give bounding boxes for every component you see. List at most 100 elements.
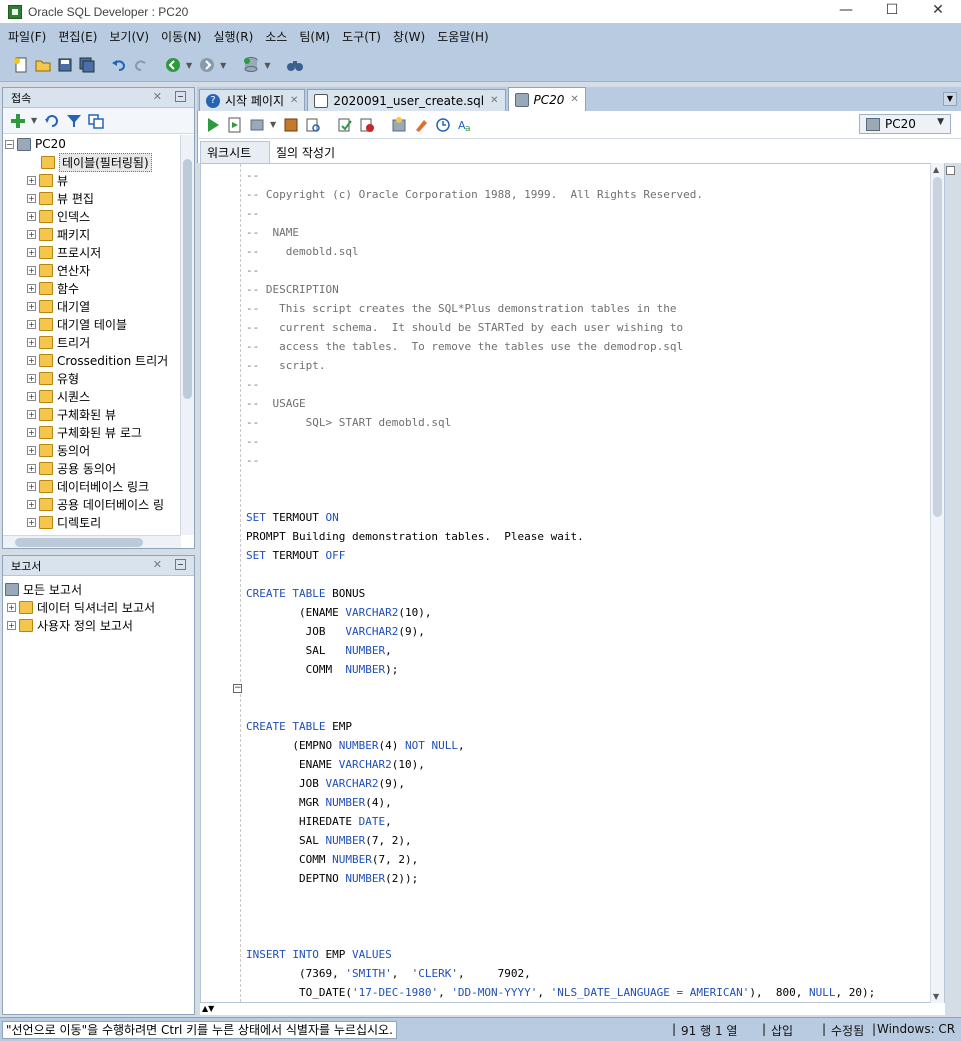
menu-window[interactable]: 창(W) (387, 28, 431, 45)
menu-source[interactable]: 소스 (259, 28, 293, 45)
tree-node-item[interactable]: + Crossedition 트리거 (3, 351, 181, 369)
connections-panel-minimize-icon[interactable] (175, 91, 186, 102)
code-line[interactable]: -- (246, 375, 875, 394)
expand-icon[interactable]: + (27, 355, 36, 365)
menu-run[interactable]: 실행(R) (207, 28, 259, 45)
reports-panel-close-icon[interactable]: ✕ (153, 558, 162, 571)
add-connection-icon[interactable] (9, 112, 27, 130)
code-line[interactable]: ENAME VARCHAR2(10), (246, 755, 875, 774)
expand-icon[interactable]: + (27, 265, 36, 275)
expand-icon[interactable]: + (27, 463, 36, 473)
expand-icon[interactable]: + (27, 193, 36, 203)
run-statement-icon[interactable] (204, 116, 222, 134)
code-line[interactable] (246, 698, 875, 717)
tab-query-builder[interactable]: 질의 작성기 (270, 141, 341, 163)
tab-list-dropdown-icon[interactable]: ▼ (943, 92, 957, 106)
sql-editor[interactable]: − -- -- Copyright (c) Oracle Corporation … (200, 163, 945, 1003)
code-line[interactable]: COMM NUMBER(7, 2), (246, 850, 875, 869)
code-line[interactable]: -- (246, 261, 875, 280)
forward-icon[interactable] (198, 56, 216, 74)
collapse-icon[interactable]: − (5, 139, 14, 149)
tree-node-item[interactable]: + 디렉토리 (3, 513, 181, 531)
tree-node-item[interactable]: + 공용 데이터베이스 링 (3, 495, 181, 513)
editor-split-arrows-icon[interactable]: ▲▼ (200, 1003, 945, 1015)
tree-node-item[interactable]: + 프로시저 (3, 243, 181, 261)
code-line[interactable]: SAL NUMBER, (246, 641, 875, 660)
code-line[interactable]: SET TERMOUT ON (246, 508, 875, 527)
menu-edit[interactable]: 편집(E) (52, 28, 103, 45)
to-upper-lower-icon[interactable]: Aa (456, 116, 474, 134)
menu-tools[interactable]: 도구(T) (336, 28, 387, 45)
code-line[interactable]: -- (246, 166, 875, 185)
expand-icon[interactable]: + (27, 211, 36, 221)
menu-navigate[interactable]: 이동(N) (155, 28, 207, 45)
tree-node-item[interactable]: + 뷰 (3, 171, 181, 189)
code-line[interactable] (246, 489, 875, 508)
maximize-button[interactable]: ☐ (869, 0, 915, 23)
rollback-icon[interactable] (358, 116, 376, 134)
code-line[interactable]: (EMPNO NUMBER(4) NOT NULL, (246, 736, 875, 755)
fold-icon[interactable]: − (233, 684, 242, 693)
commit-icon[interactable] (248, 116, 266, 134)
code-line[interactable]: PROMPT Building demonstration tables. Pl… (246, 527, 875, 546)
back-dropdown-icon[interactable]: ▼ (186, 61, 192, 70)
expand-icon[interactable]: + (7, 620, 16, 630)
code-line[interactable]: DEPTNO NUMBER(2)); (246, 869, 875, 888)
code-line[interactable]: -- This script creates the SQL*Plus demo… (246, 299, 875, 318)
commit-transaction-icon[interactable] (336, 116, 354, 134)
code-line[interactable] (246, 565, 875, 584)
minimize-button[interactable]: — (823, 0, 869, 23)
save-all-icon[interactable] (78, 56, 96, 74)
code-line[interactable]: -- NAME (246, 223, 875, 242)
forward-dropdown-icon[interactable]: ▼ (220, 61, 226, 70)
tree-node-item[interactable]: + 동의어 (3, 441, 181, 459)
connections-vertical-scrollbar[interactable] (180, 135, 194, 535)
code-line[interactable]: -- (246, 432, 875, 451)
open-folder-icon[interactable] (34, 56, 52, 74)
code-line[interactable]: CREATE TABLE EMP (246, 717, 875, 736)
code-line[interactable]: (7369, 'SMITH', 'CLERK', 7902, (246, 964, 875, 983)
tree-node-item[interactable]: + 구체화된 뷰 (3, 405, 181, 423)
menu-view[interactable]: 보기(V) (103, 28, 155, 45)
tree-node-item[interactable]: + 시퀀스 (3, 387, 181, 405)
tree-node-item[interactable]: 테이블(필터링됨) (3, 152, 181, 172)
tree-node-item[interactable]: + 데이터베이스 링크 (3, 477, 181, 495)
back-icon[interactable] (164, 56, 182, 74)
code-line[interactable]: JOB VARCHAR2(9), (246, 774, 875, 793)
tree-node-item[interactable]: + 패키지 (3, 225, 181, 243)
code-line[interactable]: -- Copyright (c) Oracle Corporation 1988… (246, 185, 875, 204)
tab-sql-file[interactable]: 2020091_user_create.sql ✕ (307, 89, 506, 111)
tree-node-item[interactable]: + 구체화된 뷰 로그 (3, 423, 181, 441)
tree-node-item[interactable]: + 인덱스 (3, 207, 181, 225)
sql-connection-icon[interactable] (242, 56, 260, 74)
autotrace-icon[interactable] (304, 116, 322, 134)
commit-dropdown-icon[interactable]: ▼ (270, 120, 276, 129)
tab-pc20-worksheet[interactable]: PC20 ✕ (507, 87, 586, 111)
tree-node-item[interactable]: + 트리거 (3, 333, 181, 351)
explain-plan-icon[interactable] (282, 116, 300, 134)
tab-start-page[interactable]: ? 시작 페이지 ✕ (199, 89, 306, 111)
code-line[interactable] (246, 926, 875, 945)
expand-icon[interactable]: + (27, 247, 36, 257)
code-line[interactable]: -- SQL> START demobld.sql (246, 413, 875, 432)
sql-tuning-icon[interactable] (390, 116, 408, 134)
sql-connection-dropdown-icon[interactable]: ▼ (264, 61, 270, 70)
refresh-icon[interactable] (43, 112, 61, 130)
expand-icon[interactable]: + (27, 499, 36, 509)
expand-icon[interactable]: + (27, 283, 36, 293)
close-tab-icon[interactable]: ✕ (570, 94, 578, 105)
close-button[interactable]: ✕ (915, 0, 961, 23)
report-all[interactable]: 모든 보고서 (3, 580, 194, 598)
code-line[interactable]: -- script. (246, 356, 875, 375)
add-connection-dropdown-icon[interactable]: ▼ (31, 116, 37, 125)
menu-help[interactable]: 도움말(H) (431, 28, 495, 45)
code-line[interactable]: (ENAME VARCHAR2(10), (246, 603, 875, 622)
expand-icon[interactable]: + (27, 481, 36, 491)
expand-icon[interactable]: + (27, 373, 36, 383)
tree-node-item[interactable]: + 공용 동의어 (3, 459, 181, 477)
schema-browser-icon[interactable] (87, 112, 105, 130)
code-line[interactable]: TO_DATE('17-DEC-1980', 'DD-MON-YYYY', 'N… (246, 983, 875, 1002)
code-line[interactable] (246, 907, 875, 926)
tree-node-item[interactable]: + 연산자 (3, 261, 181, 279)
code-line[interactable]: -- demobld.sql (246, 242, 875, 261)
